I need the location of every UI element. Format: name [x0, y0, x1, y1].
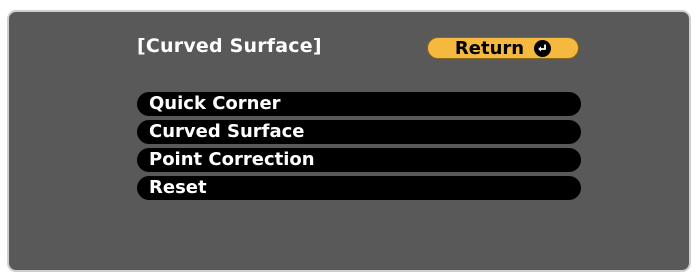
enter-return-icon — [534, 39, 552, 57]
menu-item-point-correction[interactable]: Point Correction — [137, 148, 581, 172]
menu-item-quick-corner[interactable]: Quick Corner — [137, 92, 581, 116]
return-button[interactable]: Return — [427, 37, 579, 59]
return-button-label: Return — [454, 37, 525, 59]
menu-item-curved-surface[interactable]: Curved Surface — [137, 120, 581, 144]
menu-item-reset[interactable]: Reset — [137, 176, 581, 200]
osd-menu-panel: [Curved Surface] Return Quick Corner Cur… — [7, 10, 691, 272]
menu-list: Quick Corner Curved Surface Point Correc… — [137, 92, 581, 204]
menu-title: [Curved Surface] — [137, 35, 322, 57]
